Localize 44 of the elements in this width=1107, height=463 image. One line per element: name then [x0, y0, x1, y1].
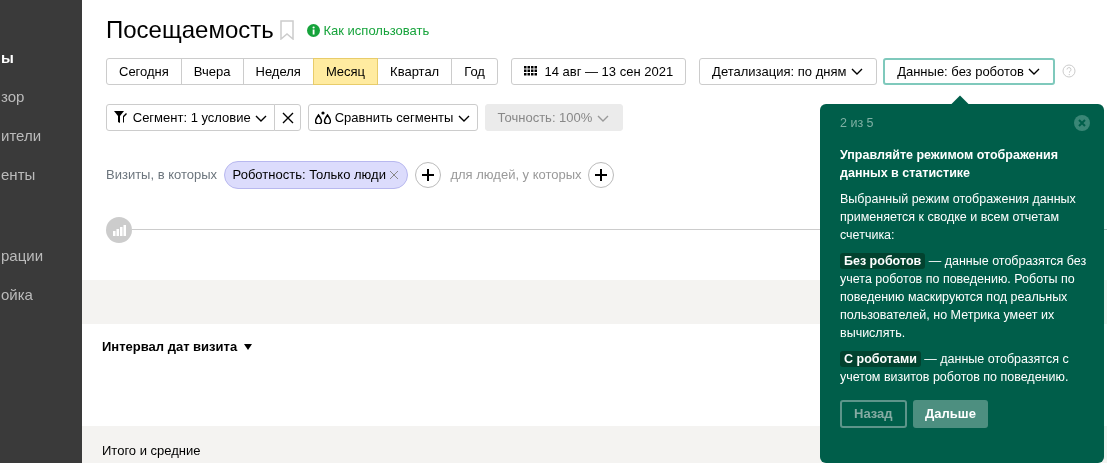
close-icon: [281, 111, 294, 124]
drops-icon: [315, 111, 332, 125]
popover-text: Без роботов — данные отобразятся без учета роботов по поведению. Роботы по поведению маскируются под реальных пользователей, но Метрика умеет их вычислять.: [840, 252, 1088, 342]
filter-icon: [113, 111, 130, 125]
sidebar-item[interactable]: ойка: [0, 284, 82, 323]
filter-chip[interactable]: Роботность: Только люди: [223, 161, 409, 189]
bookmark-icon: [280, 20, 295, 41]
caret-down-icon: [243, 343, 252, 350]
step-counter: 2 из 5: [840, 115, 874, 132]
segment-button[interactable]: Сегмент: 1 условие: [106, 104, 276, 132]
filter-label: для людей, у которых: [450, 166, 582, 185]
help-icon: [1061, 64, 1076, 79]
period-tab[interactable]: Сегодня: [106, 57, 182, 85]
accuracy-button: Точность: 100%: [484, 104, 623, 132]
section-title: Итого и средние: [102, 442, 201, 458]
period-tab[interactable]: Год: [451, 57, 498, 85]
calendar-icon: [523, 66, 538, 77]
add-condition-button[interactable]: [414, 162, 441, 189]
page-title: Посещаемость: [106, 16, 274, 45]
plus-icon: [595, 169, 608, 182]
compare-button[interactable]: Сравнить сегменты: [307, 104, 479, 132]
next-button[interactable]: Дальше: [913, 400, 988, 428]
sidebar-item[interactable]: рации: [0, 245, 82, 284]
dropdown-button[interactable]: Детализация: по дням: [699, 57, 877, 85]
date-range-button[interactable]: 14 авг — 13 сен 2021: [510, 57, 687, 85]
popover-title: Управляйте режимом отображения данных в статистике: [840, 147, 1060, 182]
info-icon: [307, 23, 321, 37]
sidebar-item[interactable]: енты: [0, 164, 82, 203]
popover-text: С роботами — данные отобразятся с учетом визитов роботов по поведению.: [840, 350, 1070, 386]
filter-label: Визиты, в которых: [106, 166, 218, 185]
sidebar-item[interactable]: ы: [0, 47, 82, 86]
period-tab[interactable]: Вчера: [180, 57, 244, 85]
period-tab[interactable]: Квартал: [377, 57, 453, 85]
close-icon: [389, 170, 400, 181]
dropdown-button[interactable]: Данные: без роботов: [883, 57, 1056, 85]
sidebar-item[interactable]: зор: [0, 86, 82, 125]
plus-icon: [421, 169, 434, 182]
period-tab[interactable]: Неделя: [242, 57, 314, 85]
sidebar-item[interactable]: ители: [0, 125, 82, 164]
popover-text: Выбранный режим отображения данных применяется к сводке и всем отчетам счетчика:: [840, 191, 1077, 244]
period-tab[interactable]: Месяц: [312, 57, 379, 85]
clear-segment-button[interactable]: [274, 104, 302, 132]
add-condition-button[interactable]: [588, 162, 615, 189]
close-icon: [1074, 115, 1090, 131]
